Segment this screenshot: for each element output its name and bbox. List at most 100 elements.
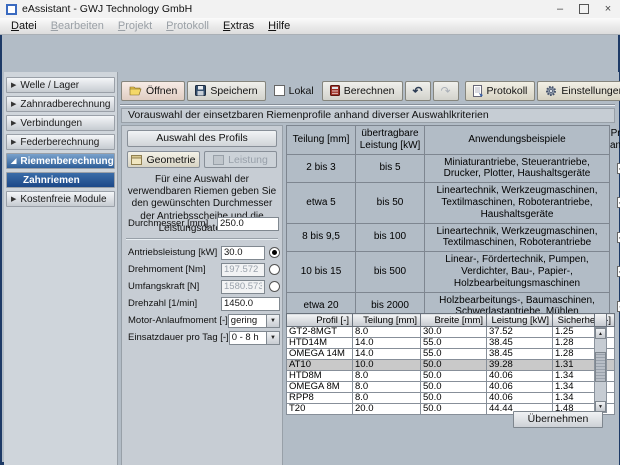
- settings-button[interactable]: Einstellungen: [537, 81, 620, 101]
- show-profile-checkbox[interactable]: ✓: [617, 232, 620, 243]
- res-header-profil[interactable]: Profil [-]: [287, 314, 353, 327]
- open-button[interactable]: Öffnen: [121, 81, 185, 101]
- torque-input: [221, 263, 265, 277]
- scrollbar-thumb[interactable]: [595, 352, 606, 382]
- speed-input[interactable]: [221, 297, 280, 311]
- sidebar-item-federberechnung[interactable]: ▶ Federberechnung: [6, 134, 115, 150]
- startup-torque-row: Motor-Anlaufmoment [-] gering ▼: [122, 313, 284, 328]
- daily-usage-label: Einsatzdauer pro Tag [-]: [128, 332, 229, 343]
- sidebar: ▶ Welle / Lager ▶ Zahnradberechnung ▶ Ve…: [4, 72, 118, 465]
- speed-label: Drehzahl [1/min]: [128, 298, 221, 309]
- startup-torque-dropdown[interactable]: gering ▼: [228, 314, 280, 328]
- undo-icon: ↶: [413, 85, 423, 97]
- profile-row: 8 bis 9,5 bis 100 Lineartechnik, Werkzeu…: [287, 223, 620, 252]
- geometry-button[interactable]: Geometrie: [127, 151, 200, 168]
- save-button[interactable]: Speichern: [187, 81, 265, 101]
- table-row-selected[interactable]: AT1010.050.039.281.31: [287, 360, 615, 371]
- table-row[interactable]: GT2-8MGT8.030.037.521.25: [287, 327, 615, 338]
- table-row[interactable]: HTD14M14.055.038.451.28: [287, 338, 615, 349]
- show-profile-checkbox[interactable]: ✓: [617, 197, 620, 208]
- sidebar-item-riemenberechnung[interactable]: ◢ Riemenberechnung: [6, 153, 115, 169]
- drive-power-row: Antriebsleistung [kW]: [122, 245, 284, 260]
- startup-torque-label: Motor-Anlaufmoment [-]: [128, 315, 228, 326]
- diameter-input[interactable]: [217, 217, 279, 231]
- menu-bearbeiten: Bearbeiten: [44, 20, 111, 32]
- table-row[interactable]: OMEGA 14M14.055.038.451.28: [287, 349, 615, 360]
- close-button[interactable]: ×: [596, 0, 620, 18]
- floppy-disk-icon: [195, 85, 206, 96]
- panel-separator: [126, 238, 278, 240]
- peripheral-force-label: Umfangskraft [N]: [128, 281, 221, 292]
- toolbar: Öffnen Speichern Lokal Berechnen ↶: [121, 80, 620, 101]
- res-header-breite[interactable]: Breite [mm]: [421, 314, 487, 327]
- dropdown-arrow-icon[interactable]: ▼: [266, 315, 279, 327]
- profile-selection-button[interactable]: Auswahl des Profils: [127, 130, 277, 147]
- undo-button[interactable]: ↶: [405, 81, 431, 101]
- maximize-icon: [579, 4, 589, 14]
- collapsed-arrow-icon: ▶: [11, 100, 16, 108]
- maximize-button[interactable]: [572, 0, 596, 18]
- drive-power-radio[interactable]: [269, 247, 280, 258]
- menu-hilfe[interactable]: Hilfe: [261, 20, 297, 32]
- scrollbar-corner: [594, 313, 607, 327]
- sidebar-item-label: Federberechnung: [20, 137, 99, 148]
- result-table-scrollbar[interactable]: ▲ ▼: [594, 327, 607, 413]
- menu-projekt: Projekt: [111, 20, 159, 32]
- res-header-leistung[interactable]: Leistung [kW]: [487, 314, 553, 327]
- apply-button[interactable]: Übernehmen: [513, 411, 603, 428]
- table-row[interactable]: OMEGA 8M8.050.040.061.34: [287, 382, 615, 393]
- table-row[interactable]: HTD8M8.050.040.061.34: [287, 371, 615, 382]
- scroll-up-icon[interactable]: ▲: [595, 328, 606, 339]
- drive-power-input[interactable]: [221, 246, 265, 260]
- menubar: Datei Bearbeiten Projekt Protokoll Extra…: [0, 18, 620, 35]
- selection-panel: Auswahl des Profils Geometrie Leistung F…: [121, 125, 283, 465]
- sidebar-subitem-zahnriemen[interactable]: Zahnriemen: [6, 172, 115, 188]
- collapsed-arrow-icon: ▶: [11, 195, 16, 203]
- result-table: Profil [-] Teilung [mm] Breite [mm] Leis…: [286, 313, 615, 415]
- profile-row: 10 bis 15 bis 500 Linear-, Fördertechnik…: [287, 252, 620, 292]
- menu-datei[interactable]: Datei: [4, 20, 44, 32]
- show-profile-checkbox[interactable]: ✓: [617, 163, 620, 174]
- daily-usage-row: Einsatzdauer pro Tag [-] 0 - 8 h ▼: [122, 330, 284, 345]
- protocol-button[interactable]: Protokoll: [465, 81, 536, 101]
- peripheral-force-row: Umfangskraft [N]: [122, 279, 284, 294]
- res-header-teilung[interactable]: Teilung [mm]: [353, 314, 421, 327]
- redo-button: ↷: [433, 81, 459, 101]
- col-header-anwendung: Anwendungsbeispiele: [425, 126, 610, 155]
- speed-row: Drehzahl [1/min]: [122, 296, 284, 311]
- main-area: Öffnen Speichern Lokal Berechnen ↶: [118, 72, 619, 465]
- sidebar-item-label: Riemenberechnung: [20, 156, 113, 167]
- redo-icon: ↷: [441, 85, 451, 97]
- table-row[interactable]: RPP88.050.040.061.34: [287, 393, 615, 404]
- sidebar-item-label: Welle / Lager: [20, 80, 79, 91]
- calculate-button[interactable]: Berechnen: [322, 81, 403, 101]
- col-header-profil-anzeigen: Profil anzeigen: [610, 126, 620, 155]
- sidebar-item-kostenfreie-module[interactable]: ▶ Kostenfreie Module: [6, 191, 115, 207]
- calculator-icon: [330, 85, 340, 96]
- minimize-button[interactable]: –: [548, 0, 572, 18]
- menu-protokoll: Protokoll: [159, 20, 216, 32]
- peripheral-force-radio[interactable]: [269, 281, 280, 292]
- document-icon: [473, 85, 483, 97]
- torque-radio[interactable]: [269, 264, 280, 275]
- window-controls: – ×: [548, 0, 620, 18]
- menu-extras[interactable]: Extras: [216, 20, 261, 32]
- app-icon: [6, 4, 17, 15]
- profile-row: etwa 5 bis 50 Lineartechnik, Werkzeugmas…: [287, 183, 620, 223]
- collapsed-arrow-icon: ▶: [11, 138, 16, 146]
- torque-row: Drehmoment [Nm]: [122, 262, 284, 277]
- diameter-label: Durchmesser [mm]: [128, 218, 217, 229]
- sidebar-item-label: Kostenfreie Module: [20, 194, 106, 205]
- sidebar-item-verbindungen[interactable]: ▶ Verbindungen: [6, 115, 115, 131]
- daily-usage-dropdown[interactable]: 0 - 8 h ▼: [229, 331, 280, 345]
- sidebar-item-welle-lager[interactable]: ▶ Welle / Lager: [6, 77, 115, 93]
- local-label: Lokal: [289, 85, 314, 97]
- folder-open-icon: [129, 85, 142, 96]
- show-profile-checkbox[interactable]: ✓: [617, 266, 620, 277]
- sidebar-item-label: Verbindungen: [20, 118, 82, 129]
- sidebar-item-label: Zahnradberechnung: [20, 99, 110, 110]
- dropdown-arrow-icon[interactable]: ▼: [266, 332, 279, 344]
- collapsed-arrow-icon: ▶: [11, 81, 16, 89]
- local-checkbox[interactable]: [274, 85, 285, 96]
- sidebar-item-zahnradberechnung[interactable]: ▶ Zahnradberechnung: [6, 96, 115, 112]
